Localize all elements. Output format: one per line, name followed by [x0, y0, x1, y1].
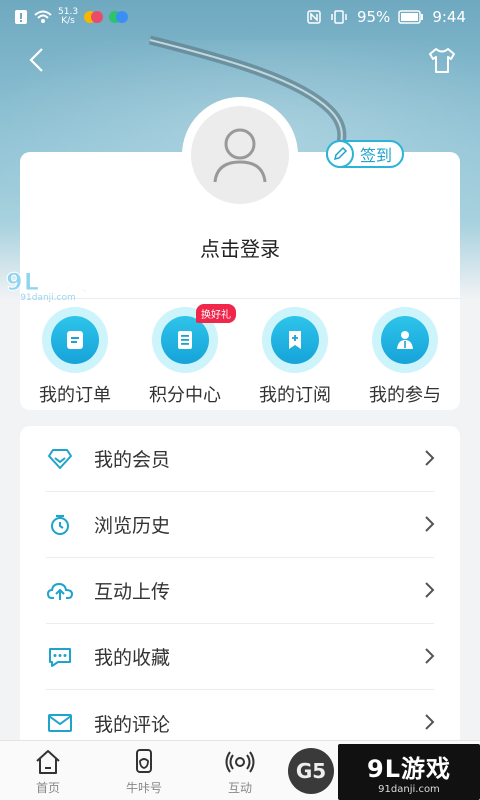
- login-text[interactable]: 点击登录: [0, 233, 480, 262]
- menu-item-label: 互动上传: [94, 581, 171, 603]
- cloud-upload-icon: [46, 582, 74, 600]
- chevron-right-icon: [425, 648, 435, 664]
- sign-in-button[interactable]: 签到: [326, 140, 405, 168]
- nav-home[interactable]: 首页: [0, 741, 96, 800]
- chevron-right-icon: [425, 450, 435, 466]
- menu-item-label: 浏览历史: [94, 515, 171, 537]
- participation-icon: [397, 331, 413, 349]
- vibrate-icon: [331, 10, 347, 24]
- watermark-site: 91danji.com: [20, 293, 76, 303]
- skin-theme-button[interactable]: [426, 44, 458, 76]
- watermark-brand: 9L游戏: [367, 755, 451, 783]
- chevron-right-icon: [425, 516, 435, 532]
- network-speed: 51.3 K/s: [58, 7, 79, 26]
- tshirt-icon: [429, 48, 455, 73]
- clock-time: 9:44: [432, 8, 466, 26]
- reward-badge: 换好礼: [196, 304, 236, 323]
- pencil-icon: [326, 140, 354, 168]
- mail-icon: [48, 714, 72, 732]
- points-icon: [178, 331, 192, 349]
- watermark-logo-left: 9L游戏 91danji.com: [6, 262, 90, 304]
- quick-action-orders[interactable]: 我的订单: [20, 305, 130, 410]
- nfc-icon: [307, 10, 321, 24]
- menu-item-label: 我的收藏: [94, 647, 171, 669]
- wifi-icon: [34, 10, 52, 23]
- menu-item-favorites[interactable]: 我的收藏: [46, 624, 435, 690]
- quick-action-points[interactable]: 换好礼 积分中心: [130, 304, 240, 410]
- menu-item-upload[interactable]: 互动上传: [46, 558, 435, 624]
- nav-label: 牛咔号: [125, 781, 162, 795]
- menu-item-label: 我的会员: [94, 449, 171, 471]
- menu-item-history[interactable]: 浏览历史: [46, 492, 435, 558]
- nav-label: 互动: [227, 781, 252, 795]
- nav-interaction[interactable]: 互动: [192, 741, 288, 800]
- avatar[interactable]: [185, 100, 295, 210]
- subscription-icon: [289, 331, 301, 349]
- menu-item-membership[interactable]: 我的会员: [46, 426, 435, 492]
- notification-alert-icon: [15, 10, 27, 24]
- app-notification-icon: [84, 11, 104, 23]
- chevron-right-icon: [425, 714, 435, 730]
- watermark-brand: 9L游戏: [6, 268, 90, 297]
- quick-actions: 我的订单 换好礼 积分中心 我的订阅 我的参与: [20, 304, 460, 410]
- chevron-right-icon: [425, 582, 435, 598]
- order-icon: [67, 331, 83, 349]
- sign-in-label: 签到: [360, 146, 393, 165]
- menu-item-label: 我的评论: [94, 713, 171, 736]
- clock-icon: [51, 514, 69, 535]
- menu-list: 我的会员 浏览历史 互动上传 我的收藏 我的评论: [20, 426, 460, 756]
- watermark-g5-logo: G5: [288, 748, 334, 794]
- quick-action-label: 积分中心: [149, 385, 221, 406]
- battery-percent: 95%: [356, 8, 391, 26]
- app-notification-icon-2: [109, 11, 129, 23]
- quick-action-label: 我的订单: [39, 385, 111, 406]
- user-placeholder-icon: [213, 128, 267, 183]
- quick-action-participation[interactable]: 我的参与: [350, 305, 460, 410]
- bull-icon: [136, 749, 152, 773]
- quick-action-subscriptions[interactable]: 我的订阅: [240, 305, 350, 410]
- home-icon: [36, 750, 60, 774]
- quick-action-label: 我的订阅: [259, 385, 331, 406]
- chevron-left-icon: [29, 48, 43, 72]
- battery-icon: [398, 10, 424, 24]
- watermark-logo-right: 9L游戏 91danji.com: [338, 744, 480, 800]
- back-button[interactable]: [22, 44, 54, 76]
- watermark-site: 91danji.com: [378, 784, 440, 795]
- nav-label: 首页: [35, 781, 60, 795]
- quick-action-label: 我的参与: [369, 385, 441, 406]
- chat-icon: [49, 647, 71, 667]
- nav-niuka[interactable]: 牛咔号: [96, 741, 192, 800]
- diamond-icon: [48, 448, 72, 469]
- broadcast-icon: [225, 751, 255, 773]
- status-bar: 51.3 K/s 95% 9:44: [0, 0, 480, 34]
